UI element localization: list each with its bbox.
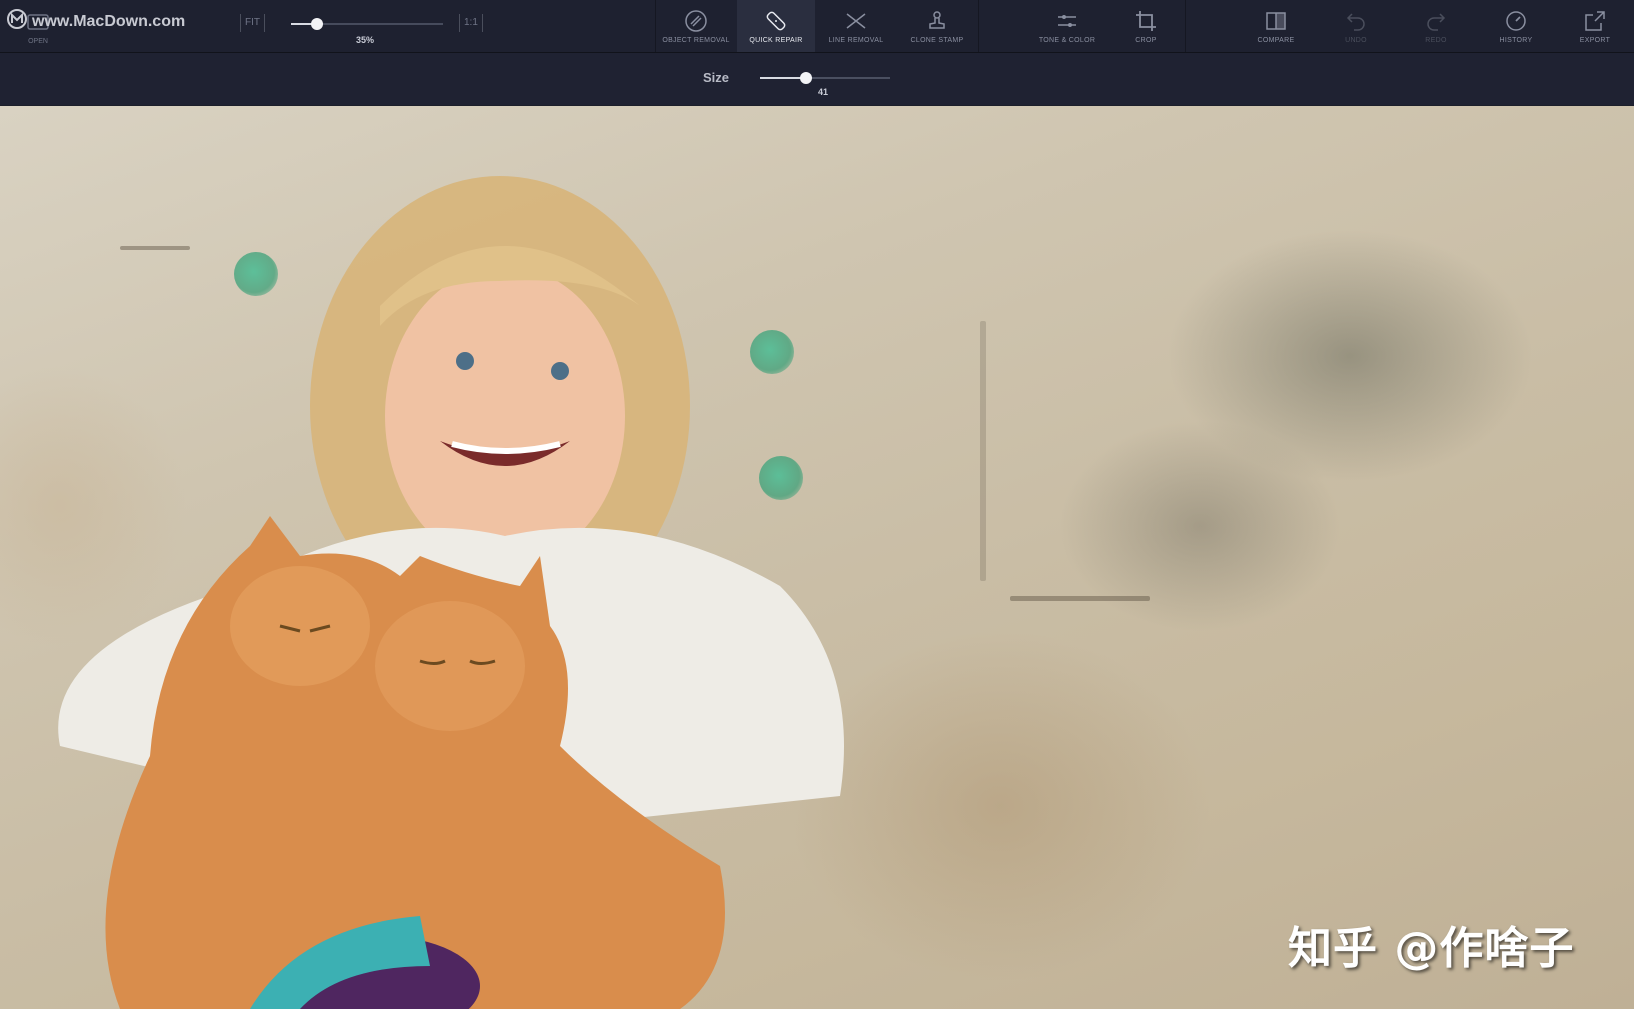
tool-crop[interactable]: CROP (1108, 0, 1184, 52)
photo-canvas[interactable] (0, 106, 1634, 1009)
tool-label: OBJECT REMOVAL (662, 37, 730, 44)
size-label: Size (703, 70, 730, 85)
tool-quick-repair[interactable]: QUICK REPAIR (737, 0, 815, 52)
undo-button[interactable]: UNDO (1316, 0, 1396, 52)
history-icon (1503, 8, 1529, 34)
line-removal-icon (843, 8, 869, 34)
zhihu-watermark: 知乎 @作啥子 (1288, 923, 1575, 974)
bandage-icon (763, 8, 789, 34)
tool-tone-color[interactable]: TONE & COLOR (1027, 0, 1107, 52)
redo-button[interactable]: REDO (1396, 0, 1476, 52)
size-slider-fill (760, 77, 806, 79)
tool-label: LINE REMOVAL (828, 37, 884, 44)
size-value: 41 (818, 87, 829, 97)
toolbar-divider (978, 0, 979, 52)
stamp-icon (924, 8, 950, 34)
zoom-value: 35% (356, 35, 375, 45)
photo-subject (58, 176, 844, 1009)
site-watermark-text: www.MacDown.com (32, 12, 186, 30)
site-watermark: www.MacDown.com (6, 8, 185, 35)
tool-label: QUICK REPAIR (749, 37, 803, 44)
open-label: OPEN (28, 38, 48, 45)
tool-object-removal[interactable]: OBJECT REMOVAL (656, 0, 736, 52)
tool-options-bar: Size 41 (0, 53, 1634, 105)
tool-line-removal[interactable]: LINE REMOVAL (816, 0, 896, 52)
history-button[interactable]: HISTORY (1476, 0, 1556, 52)
repair-mark[interactable] (759, 456, 803, 500)
tool-label: EXPORT (1579, 37, 1611, 44)
repair-mark[interactable] (234, 252, 278, 296)
fit-button[interactable]: FIT (240, 14, 265, 32)
redo-icon (1423, 8, 1449, 34)
tool-clone-stamp[interactable]: CLONE STAMP (897, 0, 977, 52)
zoom-slider[interactable] (291, 18, 443, 30)
tool-label: CROP (1135, 37, 1157, 44)
tool-label: REDO (1425, 37, 1447, 44)
zoom-slider-thumb[interactable] (310, 18, 323, 30)
tool-label: CLONE STAMP (910, 37, 964, 44)
compare-button[interactable]: COMPARE (1236, 0, 1316, 52)
export-icon (1582, 8, 1608, 34)
main-toolbar: OPEN FIT 35% 1:1 OBJECT REMOVAL QUICK RE… (0, 0, 1634, 53)
size-slider[interactable] (760, 72, 890, 84)
one-to-one-button[interactable]: 1:1 (459, 14, 483, 32)
tool-label: TONE & COLOR (1038, 37, 1096, 44)
compare-icon (1263, 8, 1289, 34)
toolbar-divider (1185, 0, 1186, 52)
tool-label: UNDO (1345, 37, 1367, 44)
macdown-logo-icon (6, 8, 28, 35)
crop-icon (1133, 8, 1159, 34)
size-slider-thumb[interactable] (799, 72, 812, 84)
tool-label: COMPARE (1257, 37, 1295, 44)
tool-label: HISTORY (1499, 37, 1533, 44)
object-removal-icon (683, 8, 709, 34)
export-button[interactable]: EXPORT (1556, 0, 1634, 52)
sliders-icon (1054, 8, 1080, 34)
undo-icon (1343, 8, 1369, 34)
repair-mark[interactable] (750, 330, 794, 374)
